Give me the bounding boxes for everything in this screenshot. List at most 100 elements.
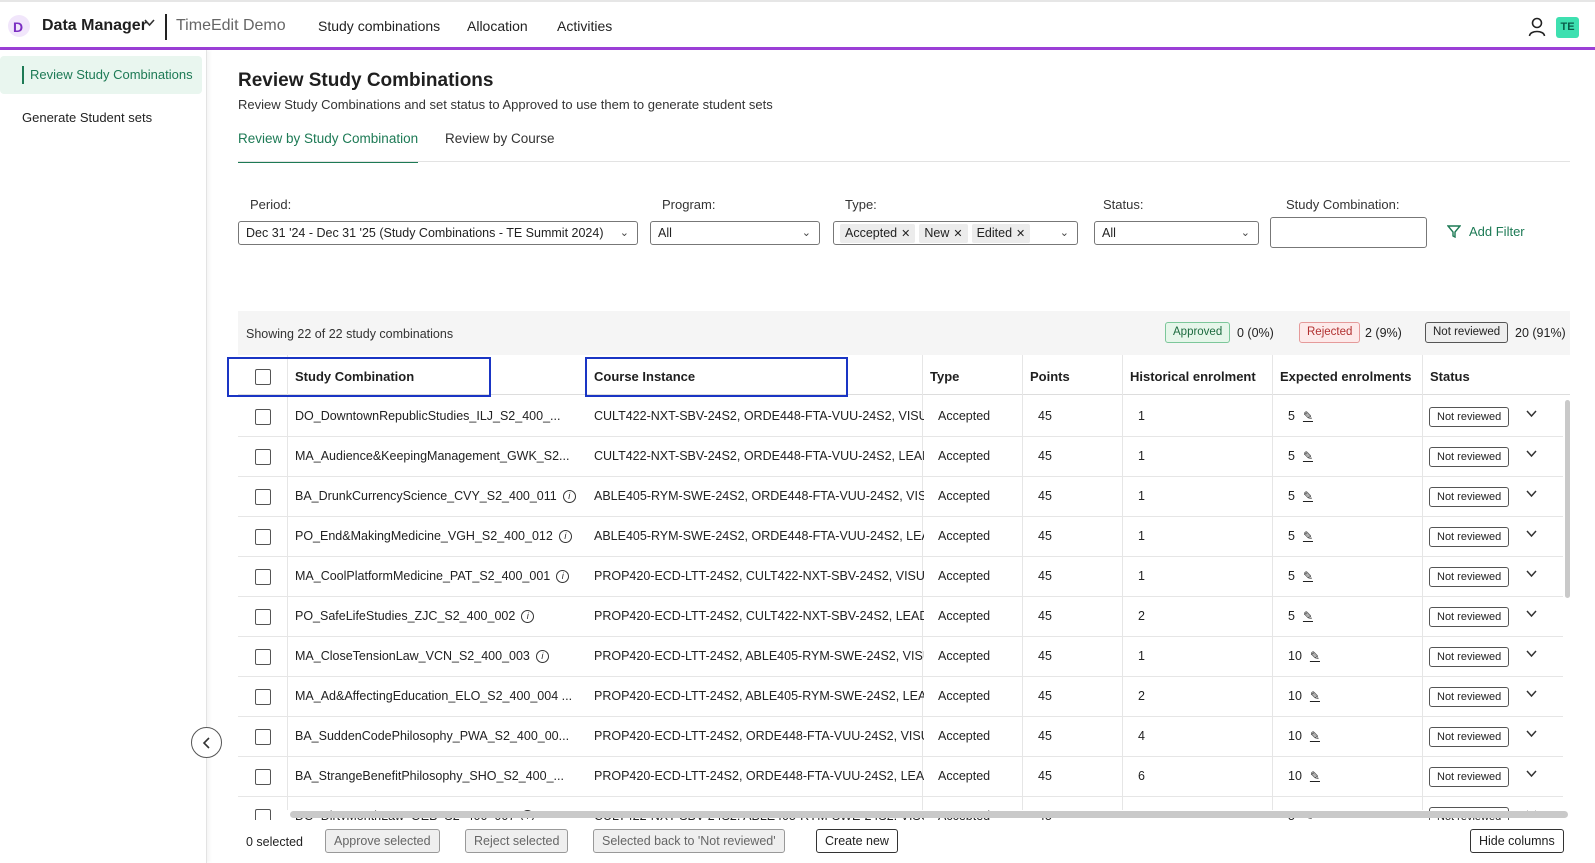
program-select[interactable]: All ⌄ [650, 221, 820, 245]
type-tag-edited[interactable]: Edited ✕ [971, 224, 1031, 243]
chevron-down-icon[interactable] [1525, 727, 1538, 743]
edit-pencil-icon[interactable]: ✎ [1310, 769, 1320, 783]
chevron-down-icon[interactable] [1525, 407, 1538, 423]
edit-pencil-icon[interactable]: ✎ [1303, 409, 1313, 423]
row-checkbox[interactable] [255, 449, 271, 465]
chevron-down-icon[interactable] [143, 16, 156, 32]
col-historical-enrolment[interactable]: Historical enrolment [1130, 369, 1256, 384]
chevron-down-icon[interactable] [1525, 767, 1538, 783]
chevron-down-icon[interactable] [1525, 687, 1538, 703]
chevron-down-icon[interactable] [1525, 487, 1538, 503]
hide-columns-button[interactable]: Hide columns [1470, 829, 1564, 853]
chevron-down-icon[interactable] [1525, 607, 1538, 623]
info-icon[interactable]: i [558, 530, 572, 544]
sidebar-item-label: Generate Student sets [22, 110, 153, 125]
info-icon[interactable]: i [535, 650, 549, 664]
table-row[interactable]: PO_End&MakingMedicine_VGH_S2_400_012 i ABL… [238, 517, 1563, 557]
table-row[interactable]: BA_SuddenCodePhilosophy_PWA_S2_400_00...… [238, 717, 1563, 757]
edit-pencil-icon[interactable]: ✎ [1303, 569, 1313, 583]
row-checkbox[interactable] [255, 529, 271, 545]
course-instance-cell: PROP420-ECD-LTT-24S2, ABLE405-RYM-SWE-24… [594, 649, 924, 663]
edit-pencil-icon[interactable]: ✎ [1310, 649, 1320, 663]
table-row[interactable]: MA_Audience&KeepingManagement_GWK_S2... C… [238, 437, 1563, 477]
course-instance-cell: PROP420-ECD-LTT-24S2, CULT422-NXT-SBV-24… [594, 569, 924, 583]
status-badge: Not reviewed [1429, 767, 1510, 787]
study-combination-cell[interactable]: MA_Audience&KeepingManagement_GWK_S2... [295, 449, 585, 463]
table-row[interactable]: MA_CoolPlatformMedicine_PAT_S2_400_001 i P… [238, 557, 1563, 597]
row-checkbox[interactable] [255, 769, 271, 785]
nav-activities[interactable]: Activities [557, 18, 612, 34]
edit-pencil-icon[interactable]: ✎ [1303, 609, 1313, 623]
vertical-scrollbar[interactable] [1565, 400, 1570, 598]
chevron-down-icon[interactable] [1525, 527, 1538, 543]
type-select[interactable]: Accepted ✕ New ✕ Edited ✕ ⌄ [833, 221, 1078, 245]
add-filter-button[interactable]: Add Filter [1446, 224, 1525, 239]
highlight-box [227, 357, 491, 397]
table-row[interactable]: BA_DrunkCurrencyScience_CVY_S2_400_011 i A… [238, 477, 1563, 517]
row-checkbox[interactable] [255, 409, 271, 425]
status-badge: Not reviewed [1429, 487, 1510, 507]
study-combination-cell[interactable]: BA_DrunkCurrencyScience_CVY_S2_400_011 i [295, 489, 585, 504]
reject-selected-button[interactable]: Reject selected [465, 829, 569, 853]
row-checkbox[interactable] [255, 489, 271, 505]
back-to-not-reviewed-button[interactable]: Selected back to 'Not reviewed' [593, 829, 785, 853]
chevron-down-icon[interactable] [1525, 647, 1538, 663]
status-badge: Not reviewed [1429, 567, 1510, 587]
row-checkbox[interactable] [255, 609, 271, 625]
edit-pencil-icon[interactable]: ✎ [1310, 689, 1320, 703]
study-combination-cell[interactable]: DO_DowntownRepublicStudies_ILJ_S2_400_..… [295, 409, 585, 423]
row-checkbox[interactable] [255, 729, 271, 745]
tab-review-by-course[interactable]: Review by Course [445, 131, 555, 163]
study-combination-cell[interactable]: MA_CloseTensionLaw_VCN_S2_400_003 i [295, 649, 585, 664]
app-name[interactable]: Data Manager [42, 17, 147, 35]
sidebar-item-generate-student-sets[interactable]: Generate Student sets [0, 99, 202, 137]
period-select[interactable]: Dec 31 '24 - Dec 31 '25 (Study Combinati… [238, 221, 638, 245]
table-row[interactable]: DO_DowntownRepublicStudies_ILJ_S2_400_..… [238, 397, 1563, 437]
col-status[interactable]: Status [1430, 369, 1470, 384]
col-points[interactable]: Points [1030, 369, 1070, 384]
edit-pencil-icon[interactable]: ✎ [1303, 449, 1313, 463]
study-combination-cell[interactable]: BA_SuddenCodePhilosophy_PWA_S2_400_00... [295, 729, 585, 743]
nav-allocation[interactable]: Allocation [467, 18, 528, 34]
study-combination-cell[interactable]: BA_StrangeBenefitPhilosophy_SHO_S2_400_.… [295, 769, 585, 783]
row-checkbox[interactable] [255, 649, 271, 665]
filter-icon [1446, 225, 1462, 239]
row-checkbox[interactable] [255, 569, 271, 585]
chevron-down-icon[interactable] [1525, 447, 1538, 463]
edit-pencil-icon[interactable]: ✎ [1303, 529, 1313, 543]
points-cell: 45 [1038, 729, 1052, 743]
points-cell: 45 [1038, 689, 1052, 703]
horizontal-scrollbar[interactable] [290, 811, 1568, 818]
edit-pencil-icon[interactable]: ✎ [1310, 729, 1320, 743]
tab-review-by-study-combination[interactable]: Review by Study Combination [238, 131, 419, 163]
study-combination-cell[interactable]: MA_Ad&AffectingEducation_ELO_S2_400_004 … [295, 689, 585, 703]
chevron-down-icon[interactable] [1525, 567, 1538, 583]
edit-pencil-icon[interactable]: ✎ [1303, 489, 1313, 503]
app-logo-icon[interactable]: D [8, 15, 30, 37]
status-select[interactable]: All ⌄ [1094, 221, 1259, 245]
sidebar-item-review-study-combinations[interactable]: Review Study Combinations [0, 56, 202, 94]
study-combination-cell[interactable]: MA_CoolPlatformMedicine_PAT_S2_400_001 i [295, 569, 585, 584]
info-icon[interactable]: i [521, 610, 535, 624]
study-combination-input[interactable] [1270, 217, 1427, 248]
te-badge[interactable]: TE [1556, 17, 1579, 38]
type-label: Type: [845, 197, 877, 212]
type-tag-new[interactable]: New ✕ [919, 224, 968, 243]
table-row[interactable]: MA_CloseTensionLaw_VCN_S2_400_003 i PROP42… [238, 637, 1563, 677]
table-row[interactable]: PO_SafeLifeStudies_ZJC_S2_400_002 i PROP42… [238, 597, 1563, 637]
col-expected-enrolments[interactable]: Expected enrolments [1280, 369, 1412, 384]
table-row[interactable]: MA_Ad&AffectingEducation_ELO_S2_400_004 … [238, 677, 1563, 717]
collapse-sidebar-button[interactable] [191, 727, 222, 758]
study-combination-cell[interactable]: PO_End&MakingMedicine_VGH_S2_400_012 i [295, 529, 585, 544]
approve-selected-button[interactable]: Approve selected [325, 829, 440, 853]
nav-study-combinations[interactable]: Study combinations [318, 18, 440, 34]
study-combination-cell[interactable]: PO_SafeLifeStudies_ZJC_S2_400_002 i [295, 609, 585, 624]
info-icon[interactable]: i [556, 570, 570, 584]
info-icon[interactable]: i [562, 490, 576, 504]
row-checkbox[interactable] [255, 689, 271, 705]
user-icon[interactable] [1528, 17, 1546, 37]
create-new-button[interactable]: Create new [816, 829, 898, 853]
table-row[interactable]: BA_StrangeBenefitPhilosophy_SHO_S2_400_.… [238, 757, 1563, 797]
type-tag-accepted[interactable]: Accepted ✕ [840, 224, 916, 243]
col-type[interactable]: Type [930, 369, 959, 384]
